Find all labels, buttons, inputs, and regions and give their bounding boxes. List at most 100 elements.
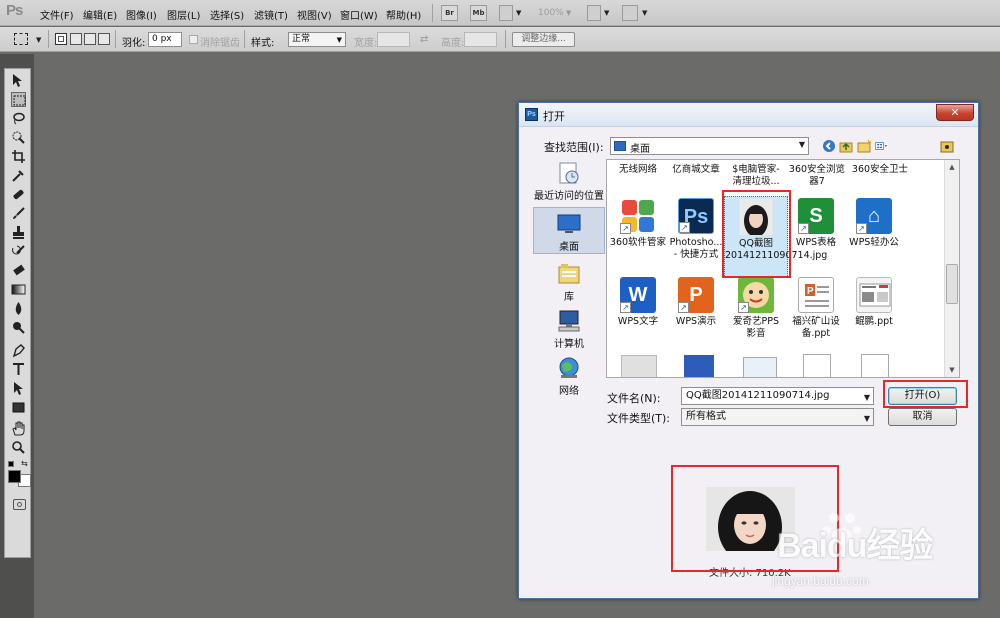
list-item[interactable]: ↗ 爱奇艺PPS 影音 [725,277,787,340]
back-icon[interactable] [822,139,836,153]
menu-filter[interactable]: 滤镜(T) [254,7,288,22]
filetype-select[interactable]: 所有格式 ▼ [681,408,874,426]
filetype-label: 文件类型(T): [607,412,671,425]
menu-image[interactable]: 图像(I) [126,7,157,22]
menu-file[interactable]: 文件(F) [40,7,74,22]
favorite-folder-icon[interactable] [940,139,954,153]
partial-file-icon[interactable] [861,354,889,377]
tools-strip: ⇆ [4,68,31,558]
place-desktop[interactable]: 桌面 [533,207,605,254]
arrange-documents-button[interactable] [587,5,601,21]
partial-file-icon[interactable] [743,357,777,377]
menu-layer[interactable]: 图层(L) [167,7,200,22]
dodge-tool-icon[interactable] [11,320,26,335]
cancel-button[interactable]: 取消 [888,408,957,426]
width-input[interactable] [377,32,410,47]
quick-selection-tool-icon[interactable] [11,130,26,145]
list-item[interactable]: S ↗ WPS表格 [785,198,847,249]
place-recent[interactable]: 最近访问的位置 [533,161,605,202]
list-item[interactable]: Ps ↗ Photosho... - 快捷方式 [665,198,727,261]
scroll-up-icon[interactable]: ▲ [946,161,958,173]
place-network[interactable]: 网络 [533,356,605,397]
menu-select[interactable]: 选择(S) [210,7,244,22]
list-item[interactable]: ↗ 360软件管家 [607,198,669,249]
intersect-selection-icon[interactable] [98,33,110,45]
view-extras-button[interactable] [499,5,513,21]
brush-tool-icon[interactable] [11,206,26,221]
crop-tool-icon[interactable] [11,149,26,164]
zoom-level[interactable]: 100% [538,8,564,18]
default-colors-icon[interactable] [8,461,14,467]
view-menu-icon[interactable] [875,139,895,153]
menu-window[interactable]: 窗口(W) [340,7,378,22]
list-item[interactable]: 360安全卫士 [845,164,915,176]
list-item[interactable]: 360安全浏览 器7 [782,164,852,188]
up-folder-icon[interactable] [839,139,853,153]
shortcut-arrow-icon: ↗ [620,223,631,234]
look-in-dropdown[interactable]: 桌面 ▼ [610,137,809,155]
subtract-selection-icon[interactable] [84,33,96,45]
path-selection-tool-icon[interactable] [11,381,26,396]
place-computer[interactable]: 计算机 [533,309,605,350]
feather-input[interactable]: 0 px [148,32,182,47]
menu-help[interactable]: 帮助(H) [386,7,421,22]
antialias-checkbox[interactable] [189,35,198,44]
new-selection-icon[interactable] [55,33,67,45]
pen-tool-icon[interactable] [11,343,26,358]
file-label: WPS演示 [675,316,717,327]
file-label: $电脑管家- 清理垃圾... [732,164,780,187]
style-select[interactable]: 正常 ▼ [288,32,346,47]
hand-tool-icon[interactable] [11,421,26,436]
height-input[interactable] [464,32,497,47]
menu-edit[interactable]: 编辑(E) [83,7,117,22]
zoom-tool-icon[interactable] [11,440,26,455]
scroll-down-icon[interactable]: ▼ [946,364,958,376]
refine-edge-button[interactable]: 调整边缘... [512,32,575,47]
move-tool-icon[interactable] [11,73,26,88]
history-brush-tool-icon[interactable] [11,244,26,259]
bridge-button[interactable]: Br [441,5,458,21]
place-libraries[interactable]: 库 [533,262,605,303]
file-label: 亿商城文章 [672,164,720,175]
foreground-color-swatch[interactable] [8,470,21,483]
list-item[interactable]: 鲲鹏.ppt [843,277,905,328]
screen-mode-button[interactable] [622,5,638,21]
list-item[interactable]: P ↗ WPS演示 [665,277,727,328]
clone-stamp-tool-icon[interactable] [11,225,26,240]
close-button[interactable]: ✕ [936,104,974,121]
marquee-preset-icon[interactable] [14,33,28,45]
swap-colors-icon[interactable]: ⇆ [21,459,28,468]
eyedropper-tool-icon[interactable] [11,168,26,183]
mini-bridge-button[interactable]: Mb [470,5,487,21]
type-tool-icon[interactable] [11,362,26,377]
chevron-down-icon: ▼ [863,414,870,423]
partial-file-icon[interactable] [803,354,831,377]
list-item[interactable]: P 福兴矿山设 备.ppt [785,277,847,340]
quick-mask-button[interactable] [13,499,26,510]
list-item[interactable]: ⌂ ↗ WPS轻办公 [843,198,905,249]
dialog-titlebar[interactable]: Ps 打开 ✕ [519,103,978,127]
add-to-selection-icon[interactable] [70,33,82,45]
list-item[interactable]: 亿商城文章 [665,164,727,176]
vertical-scrollbar[interactable]: ▲ ▼ [944,160,959,377]
rectangular-marquee-tool-icon[interactable] [11,92,26,107]
filename-input[interactable]: QQ截图20141211090714.jpg ▼ [681,387,874,405]
svg-text:P: P [807,286,814,297]
menu-view[interactable]: 视图(V) [297,7,332,22]
shape-tool-icon[interactable] [11,400,26,415]
eraser-tool-icon[interactable] [11,263,26,278]
healing-brush-tool-icon[interactable] [11,187,26,202]
new-folder-icon[interactable] [857,139,871,153]
place-network-label: 网络 [559,386,579,397]
list-item[interactable]: 无线网络 [607,164,669,176]
lasso-tool-icon[interactable] [11,111,26,126]
partial-file-icon[interactable] [621,355,657,377]
partial-file-icon[interactable] [684,355,714,377]
highlight-selected-file [722,190,791,278]
scrollbar-thumb[interactable] [946,264,958,304]
blur-tool-icon[interactable] [11,301,26,316]
list-item[interactable]: $电脑管家- 清理垃圾... [725,164,787,188]
swap-icon[interactable]: ⇄ [420,34,428,45]
list-item[interactable]: W ↗ WPS文字 [607,277,669,328]
gradient-tool-icon[interactable] [11,282,26,297]
